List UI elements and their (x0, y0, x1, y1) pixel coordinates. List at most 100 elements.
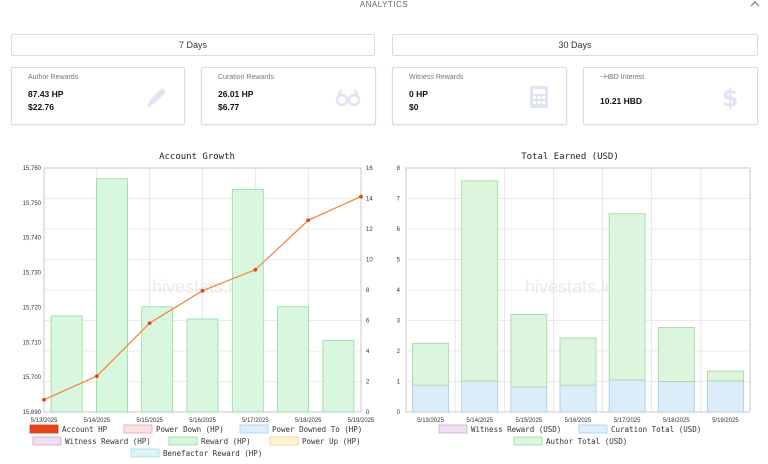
author-bar[interactable] (461, 180, 499, 382)
author-bar[interactable] (559, 337, 597, 386)
y-left-tick-label: 15,710 (23, 340, 42, 346)
legend-label: Witness Reward (USD) (471, 425, 561, 434)
curation-bar[interactable] (559, 384, 597, 413)
legend-label: Power Down (HP) (156, 425, 224, 434)
curation-bar[interactable] (657, 381, 695, 413)
account-hp-point[interactable] (359, 194, 363, 199)
x-tick-label: 5/15/2025 (516, 418, 543, 424)
account-hp-point[interactable] (253, 267, 258, 272)
legend-swatch[interactable] (269, 436, 299, 446)
curation-rewards-card: Curation Rewards 26.01 HP $6.77 (201, 67, 376, 125)
card-value-hbd: 10.21 HBD (600, 96, 643, 106)
y-left-tick-label: 15,720 (23, 305, 42, 311)
card-value-hp: 87.43 HP (28, 89, 64, 99)
x-tick-label: 5/18/2025 (663, 418, 690, 424)
x-tick-label: 5/13/2025 (417, 418, 444, 424)
reward-bar[interactable] (186, 318, 219, 413)
y-tick-label: 1 (397, 380, 401, 386)
x-tick-label: 5/14/2025 (466, 418, 493, 424)
curation-bar[interactable] (461, 380, 499, 413)
curation-bar[interactable] (510, 386, 548, 413)
account-hp-point[interactable] (147, 321, 152, 326)
card-value-usd: $0 (409, 102, 419, 112)
card-label: Witness Rewards (409, 74, 464, 81)
y-right-tick-label: 2 (366, 380, 370, 386)
card-value-hp: 26.01 HP (218, 89, 254, 99)
reward-bar[interactable] (50, 315, 83, 413)
witness-rewards-card: Witness Rewards 0 HP $0 (392, 67, 567, 125)
legend-label: Power Downed To (HP) (272, 425, 362, 434)
chevron-up-icon[interactable] (750, 0, 760, 8)
reward-bar[interactable] (141, 306, 174, 413)
y-tick-label: 5 (397, 258, 401, 264)
card-label: Curation Rewards (218, 74, 275, 81)
y-right-tick-label: 16 (366, 166, 373, 172)
legend-swatch[interactable] (29, 424, 59, 434)
legend-swatch[interactable] (239, 424, 269, 434)
curation-bar[interactable] (608, 379, 646, 413)
card-value-usd: $6.77 (218, 102, 240, 112)
x-tick-label: 5/18/2025 (295, 418, 322, 424)
section-title: ANALYTICS (359, 0, 409, 9)
legend-swatch[interactable] (168, 436, 198, 446)
account-growth-svg: Account Growth hivestats.io 15,69015,700… (23, 152, 375, 458)
thirty-days-button[interactable]: 30 Days (392, 34, 758, 56)
author-bar[interactable] (608, 213, 646, 381)
legend-swatch[interactable] (513, 436, 543, 446)
legend-label: Curation Total (USD) (611, 425, 701, 434)
y-tick-label: 2 (397, 349, 401, 355)
y-right-tick-label: 12 (366, 227, 373, 233)
reward-bar[interactable] (231, 188, 264, 413)
author-bar[interactable] (510, 313, 548, 388)
x-tick-label: 5/15/2025 (136, 418, 163, 424)
author-bar[interactable] (657, 327, 695, 382)
legend-label: Benefactor Reward (HP) (163, 449, 262, 458)
y-right-tick-label: 14 (366, 197, 373, 203)
y-tick-label: 3 (397, 319, 401, 325)
legend-label: Account HP (62, 425, 108, 434)
seven-days-button[interactable]: 7 Days (11, 34, 375, 56)
chart-title: Account Growth (159, 152, 235, 162)
glasses-icon (335, 89, 361, 107)
reward-bar[interactable] (322, 339, 355, 413)
reward-bar[interactable] (277, 306, 309, 413)
curation-bar[interactable] (707, 380, 744, 413)
y-tick-label: 4 (397, 288, 401, 294)
y-right-tick-label: 8 (366, 288, 370, 294)
total-earned-chart: Total Earned (USD) hivestats.io 0 1 2 3 4 5 6 7… (384, 148, 768, 464)
author-rewards-card: Author Rewards 87.43 HP $22.76 (11, 67, 185, 125)
account-hp-point[interactable] (42, 397, 46, 402)
legend-swatch[interactable] (130, 448, 160, 458)
author-bar[interactable] (412, 342, 449, 386)
x-tick-label: 5/17/2025 (614, 418, 641, 424)
chart-title: Total Earned (USD) (521, 152, 619, 162)
y-right-tick-label: 10 (366, 258, 373, 264)
x-tick-label: 5/19/2025 (348, 418, 375, 424)
account-hp-point[interactable] (200, 288, 205, 293)
reward-bar[interactable] (96, 178, 128, 413)
x-tick-label: 5/19/2025 (712, 418, 739, 424)
legend-swatch[interactable] (438, 424, 468, 434)
account-hp-point[interactable] (94, 374, 99, 378)
y-left-tick-label: 15,730 (23, 271, 42, 277)
y-tick-label: 7 (397, 197, 401, 203)
legend-label: Power Up (HP) (302, 437, 361, 446)
y-right-tick-label: 6 (366, 319, 370, 325)
curation-bar[interactable] (412, 384, 449, 413)
y-left-tick-label: 15,760 (23, 166, 42, 172)
x-tick-label: 5/13/2025 (31, 418, 58, 424)
legend-label: Reward (HP) (201, 437, 251, 446)
legend-swatch[interactable] (578, 424, 608, 434)
watermark: hivestats.io (525, 277, 615, 297)
y-right-tick-label: 0 (366, 410, 370, 416)
total-earned-svg: Total Earned (USD) hivestats.io 0 1 2 3 4 5 6 7… (397, 152, 751, 446)
analytics-header[interactable]: ANALYTICS (0, 0, 768, 10)
account-hp-point[interactable] (306, 218, 311, 223)
legend-label: Author Total (USD) (546, 437, 627, 446)
legend-swatch[interactable] (32, 436, 62, 446)
x-tick-label: 5/16/2025 (565, 418, 592, 424)
legend-swatch[interactable] (123, 424, 153, 434)
hbd-interest-card: ~HBD Interest 10.21 HBD $ (583, 67, 758, 125)
y-left-tick-label: 15,750 (23, 201, 42, 207)
author-bar[interactable] (707, 370, 744, 382)
